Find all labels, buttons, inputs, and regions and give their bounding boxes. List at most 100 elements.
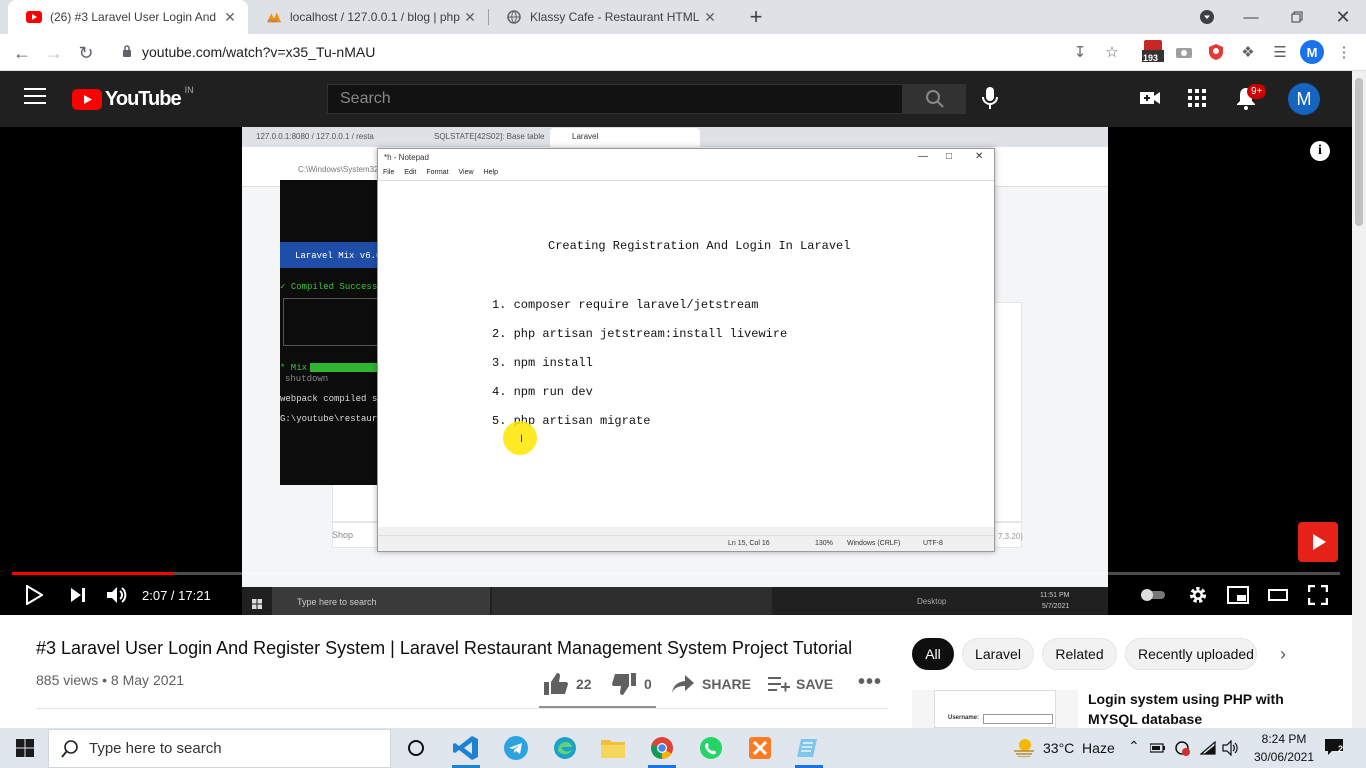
- youtube-avatar[interactable]: M: [1288, 83, 1320, 115]
- video-progress-bar[interactable]: [12, 572, 1340, 575]
- chrome-menu-icon[interactable]: ⋮: [1334, 42, 1354, 62]
- theater-mode-icon[interactable]: [1266, 582, 1290, 608]
- whatsapp-icon[interactable]: [697, 734, 725, 762]
- chip-related[interactable]: Related: [1042, 638, 1117, 670]
- fullscreen-icon[interactable]: [1306, 582, 1330, 608]
- tab-search-icon[interactable]: [1184, 0, 1230, 34]
- notepad-minimize-icon: —: [918, 151, 928, 162]
- bookmark-star-icon[interactable]: ☆: [1102, 42, 1122, 62]
- notepad-eol: Windows (CRLF): [847, 540, 901, 547]
- info-icon[interactable]: i: [1310, 141, 1330, 161]
- chips-next-chevron-icon[interactable]: ›: [1280, 644, 1286, 665]
- search-icon: [925, 90, 944, 108]
- tab-title: (26) #3 Laravel User Login And Re: [50, 10, 220, 24]
- extensions-puzzle-icon[interactable]: ❖: [1238, 42, 1258, 62]
- cortana-icon[interactable]: [402, 734, 430, 762]
- battery-plug-icon[interactable]: [1149, 741, 1166, 759]
- antivirus-icon[interactable]: [1174, 740, 1190, 761]
- youtube-logo[interactable]: YouTube IN: [72, 84, 194, 111]
- taskbar-search-placeholder: Type here to search: [89, 740, 222, 757]
- weather-icon[interactable]: [1012, 737, 1036, 762]
- edge-icon[interactable]: [551, 734, 579, 762]
- cmd-mix-banner: Laravel Mix v6.0: [280, 242, 380, 268]
- show-hidden-icons-chevron[interactable]: ⌃: [1128, 738, 1140, 755]
- autoplay-toggle[interactable]: [1138, 582, 1168, 608]
- address-bar[interactable]: youtube.com/watch?v=x35_Tu-nMAU: [110, 37, 1134, 67]
- extension-badge-icon[interactable]: 193: [1142, 40, 1164, 63]
- thumb-username-label: Username:: [948, 715, 980, 721]
- shield-extension-icon[interactable]: [1206, 42, 1226, 62]
- forward-icon[interactable]: →: [40, 39, 68, 67]
- next-video-icon[interactable]: [66, 582, 90, 608]
- inner-taskbar-apps: [492, 587, 772, 615]
- youtube-search-input[interactable]: Search: [327, 84, 903, 114]
- new-tab-icon[interactable]: +: [733, 0, 779, 34]
- xampp-icon[interactable]: [746, 734, 774, 762]
- notepad-menu-format: Format: [426, 169, 449, 176]
- like-count: 22: [576, 676, 592, 692]
- apps-grid-icon[interactable]: [1188, 89, 1206, 112]
- taskbar-search-box[interactable]: Type here to search: [48, 729, 391, 768]
- chip-laravel[interactable]: Laravel: [962, 638, 1034, 670]
- telegram-icon[interactable]: [502, 734, 530, 762]
- weather-text[interactable]: 33°C Haze: [1043, 740, 1115, 756]
- taskbar-clock-time[interactable]: 8:24 PM: [1254, 732, 1314, 746]
- browser-tab-youtube[interactable]: (26) #3 Laravel User Login And Re ✕: [8, 0, 248, 34]
- volume-icon[interactable]: [104, 582, 130, 608]
- dislike-button[interactable]: 0: [612, 672, 652, 696]
- restore-icon[interactable]: [1274, 0, 1320, 34]
- chip-recently-uploaded[interactable]: Recently uploaded: [1125, 638, 1257, 670]
- notepad-statusbar: Ln 15, Col 16 130% Windows (CRLF) UTF-8: [378, 535, 994, 551]
- back-icon[interactable]: ←: [8, 39, 36, 67]
- close-window-icon[interactable]: ✕: [1320, 0, 1366, 34]
- save-button[interactable]: SAVE: [768, 672, 833, 696]
- globe-icon: [506, 9, 522, 25]
- cmd-progress-bar: [310, 363, 380, 372]
- notepad-encoding: UTF-8: [923, 540, 943, 547]
- search-placeholder: Search: [340, 90, 391, 107]
- inner-windows-icon: [252, 596, 262, 609]
- more-actions-icon[interactable]: •••: [858, 670, 882, 694]
- close-tab-icon[interactable]: ✕: [220, 9, 240, 26]
- reading-list-icon[interactable]: ☰: [1270, 42, 1290, 62]
- voice-search-icon[interactable]: [982, 87, 998, 116]
- chrome-icon[interactable]: [648, 734, 676, 762]
- reload-icon[interactable]: ↻: [72, 39, 100, 67]
- profile-avatar[interactable]: M: [1300, 40, 1324, 64]
- chip-all[interactable]: All: [912, 638, 954, 670]
- like-button[interactable]: 22: [544, 672, 592, 696]
- settings-gear-icon[interactable]: [1186, 582, 1210, 608]
- recommended-title[interactable]: Login system using PHP with MYSQL databa…: [1088, 689, 1308, 729]
- search-button[interactable]: [903, 84, 966, 114]
- browser-tab-klassy[interactable]: Klassy Cafe - Restaurant HTML Te ✕: [488, 0, 728, 34]
- close-tab-icon[interactable]: ✕: [460, 9, 480, 26]
- windows-start-icon[interactable]: [11, 734, 39, 762]
- cmd-line: * Mix: [280, 363, 308, 373]
- taskbar-clock-date[interactable]: 30/06/2021: [1251, 750, 1317, 764]
- taskbar-search-icon: [61, 739, 78, 758]
- minimize-icon[interactable]: —: [1228, 0, 1274, 34]
- region-code: IN: [184, 84, 194, 95]
- miniplayer-icon[interactable]: [1226, 582, 1250, 608]
- close-tab-icon[interactable]: ✕: [700, 9, 720, 26]
- file-explorer-icon[interactable]: [599, 734, 627, 762]
- hamburger-menu-icon[interactable]: [24, 87, 46, 110]
- camera-extension-icon[interactable]: [1174, 42, 1194, 62]
- scrollbar-thumb[interactable]: [1355, 78, 1363, 226]
- install-app-icon[interactable]: ↧: [1070, 42, 1090, 62]
- subscribe-watermark-icon[interactable]: [1298, 522, 1338, 562]
- youtube-favicon-icon: [26, 9, 42, 25]
- cmd-box: [283, 298, 380, 346]
- create-video-icon[interactable]: [1140, 90, 1160, 111]
- speaker-icon[interactable]: [1222, 739, 1240, 761]
- recommended-thumbnail[interactable]: Username:: [912, 690, 1078, 728]
- inner-tab-3: Laravel: [572, 132, 599, 141]
- thumb-username-box: [983, 714, 1053, 724]
- browser-tab-phpmyadmin[interactable]: PMA localhost / 127.0.0.1 / blog | php ✕: [248, 0, 488, 34]
- vscode-icon[interactable]: [452, 734, 480, 762]
- play-icon[interactable]: [22, 582, 46, 608]
- notepad-taskbar-icon[interactable]: [795, 734, 823, 762]
- wifi-icon[interactable]: [1199, 740, 1216, 760]
- share-button[interactable]: SHARE: [672, 672, 751, 696]
- tab-title: localhost / 127.0.0.1 / blog | php: [290, 10, 460, 24]
